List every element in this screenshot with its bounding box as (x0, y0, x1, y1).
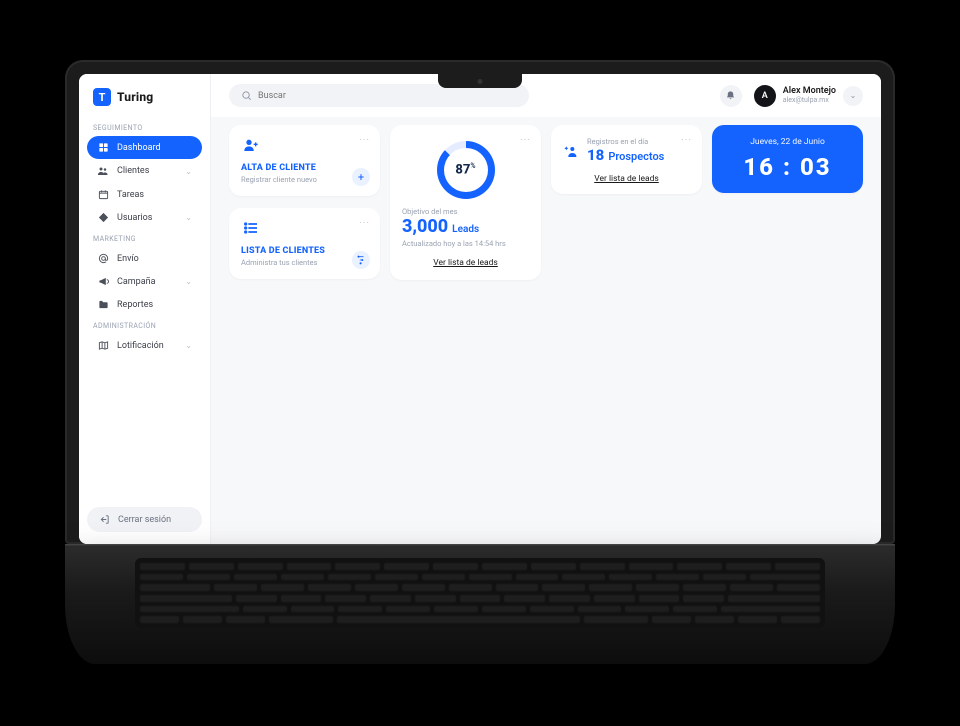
search-icon (241, 90, 252, 101)
card-menu-button[interactable]: ··· (681, 135, 692, 146)
logout-icon (99, 514, 110, 525)
sidebar-item-label: Usuarios (117, 213, 152, 223)
sidebar-item-lotificacion[interactable]: Lotificación ⌄ (87, 334, 202, 357)
section-label-marketing: MARKETING (87, 229, 202, 247)
clock-date: Jueves, 22 de Junio (750, 137, 825, 147)
goal-leads-link[interactable]: Ver lista de leads (402, 258, 529, 268)
card-prospects: ··· Registros en el día 18Prospectos (551, 125, 702, 194)
logout-button[interactable]: Cerrar sesión (87, 507, 202, 532)
prospects-leads-link[interactable]: Ver lista de leads (563, 174, 690, 184)
brand-mark-icon: T (93, 88, 111, 106)
sidebar-item-label: Reportes (117, 300, 153, 310)
section-label-admin: ADMINISTRACIÓN (87, 316, 202, 334)
chevron-down-icon: ⌄ (185, 167, 192, 176)
avatar: A (754, 85, 776, 107)
map-icon (97, 340, 109, 351)
chevron-down-icon: ⌄ (843, 86, 863, 106)
sidebar-item-label: Clientes (117, 166, 149, 176)
sidebar-item-envio[interactable]: Envío (87, 247, 202, 270)
sidebar-item-dashboard[interactable]: Dashboard (87, 136, 202, 159)
prospects-meta: Registros en el día (587, 137, 664, 146)
chevron-down-icon: ⌄ (185, 341, 192, 350)
notifications-button[interactable] (720, 85, 742, 107)
card-menu-button[interactable]: ··· (359, 135, 370, 146)
sidebar-item-campana[interactable]: Campaña ⌄ (87, 270, 202, 293)
filter-button[interactable] (352, 251, 370, 269)
prospects-count: 18Prospectos (587, 146, 664, 164)
sidebar-item-label: Campaña (117, 277, 155, 287)
clock-time: 16 : 03 (743, 153, 831, 181)
user-email: alex@tulpa.mx (783, 97, 836, 105)
sidebar-item-label: Lotificación (117, 341, 164, 351)
goal-updated: Actualizado hoy a las 14:54 hrs (402, 239, 529, 248)
goal-value: 3,000Leads (402, 216, 529, 237)
topbar: A Alex Montejo alex@tulpa.mx ⌄ (211, 74, 881, 117)
card-subtitle: Administra tus clientes (241, 258, 368, 267)
sparkle-person-icon (563, 143, 579, 159)
person-add-icon (241, 137, 368, 153)
sidebar-item-label: Tareas (117, 190, 144, 200)
sidebar-item-tareas[interactable]: Tareas (87, 183, 202, 206)
card-title: LISTA DE CLIENTES (241, 246, 368, 256)
at-icon (97, 253, 109, 264)
brand: T Turing (87, 86, 202, 118)
diamond-icon (97, 212, 109, 223)
plus-icon: + (358, 171, 364, 184)
folder-icon (97, 299, 109, 310)
card-alta-cliente[interactable]: ··· ALTA DE CLIENTE Registrar cliente nu… (229, 125, 380, 196)
card-subtitle: Registrar cliente nuevo (241, 175, 368, 184)
calendar-icon (97, 189, 109, 200)
progress-donut: 87% (437, 141, 495, 199)
card-menu-button[interactable]: ··· (520, 135, 531, 146)
people-icon (97, 165, 109, 177)
card-title: ALTA DE CLIENTE (241, 163, 368, 173)
logout-label: Cerrar sesión (118, 515, 171, 525)
progress-value: 87% (455, 162, 475, 177)
card-menu-button[interactable]: ··· (359, 218, 370, 229)
filter-icon (356, 255, 366, 265)
card-clock: Jueves, 22 de Junio 16 : 03 (712, 125, 863, 193)
chevron-down-icon: ⌄ (185, 213, 192, 222)
card-lista-clientes[interactable]: ··· LISTA DE CLIENTES Administra tus cli… (229, 208, 380, 279)
search-field[interactable] (258, 91, 517, 101)
sidebar-item-label: Envío (117, 254, 139, 264)
sidebar-item-usuarios[interactable]: Usuarios ⌄ (87, 206, 202, 229)
bell-icon (725, 90, 736, 101)
goal-label: Objetivo del mes (402, 207, 529, 216)
sidebar-item-clientes[interactable]: Clientes ⌄ (87, 159, 202, 183)
user-info: Alex Montejo alex@tulpa.mx (783, 87, 836, 105)
list-icon (241, 220, 368, 236)
card-goal: ··· 87% Objetivo del mes 3,000Leads Actu… (390, 125, 541, 280)
megaphone-icon (97, 276, 109, 287)
laptop-notch (438, 74, 522, 88)
chevron-down-icon: ⌄ (185, 277, 192, 286)
user-menu[interactable]: A Alex Montejo alex@tulpa.mx ⌄ (754, 85, 863, 107)
sidebar-item-reportes[interactable]: Reportes (87, 293, 202, 316)
sidebar-item-label: Dashboard (117, 143, 161, 153)
add-client-button[interactable]: + (352, 168, 370, 186)
laptop-keyboard (135, 558, 825, 628)
section-label-seguimiento: SEGUIMIENTO (87, 118, 202, 136)
sidebar: T Turing SEGUIMIENTO Dashboard Clientes … (79, 74, 211, 544)
grid-icon (97, 142, 109, 153)
brand-name: Turing (117, 90, 153, 104)
